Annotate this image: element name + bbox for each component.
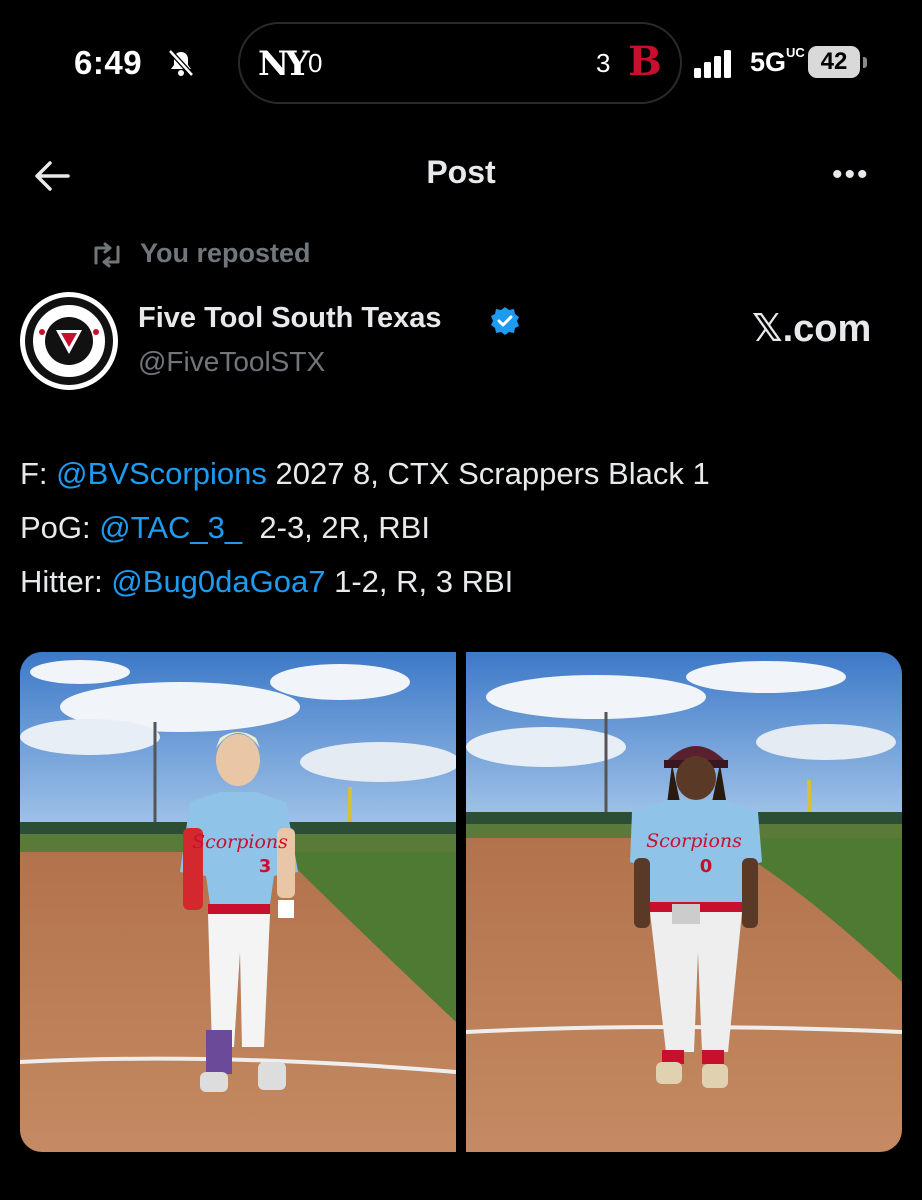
battery-tip xyxy=(863,57,867,68)
jersey-text: Scorpions xyxy=(192,831,288,853)
mention-link[interactable]: @BVScorpions xyxy=(56,456,267,491)
jersey-number: 0 xyxy=(700,856,713,877)
bell-slash-icon xyxy=(168,49,194,77)
jersey-number: 3 xyxy=(259,856,272,877)
yankees-logo: NY xyxy=(258,44,309,84)
page-title: Post xyxy=(426,154,496,190)
tweet-line: PoG: @TAC_3_ 2-3, 2R, RBI xyxy=(20,510,430,545)
verified-badge-icon xyxy=(491,307,519,335)
battery-icon: 42 xyxy=(808,46,860,78)
jersey-text: Scorpions xyxy=(646,830,742,852)
post-photo[interactable]: Scorpions 3 xyxy=(20,652,456,1152)
tweet-line: Hitter: @Bug0daGoa7 1-2, R, 3 RBI xyxy=(20,564,514,599)
away-score: 0 xyxy=(308,48,323,78)
red-sox-logo: B xyxy=(628,38,662,85)
tweet-line: F: @BVScorpions 2027 8, CTX Scrappers Bl… xyxy=(20,456,710,491)
repost-icon xyxy=(94,242,120,268)
post-photo[interactable]: Scorpions 0 xyxy=(466,652,902,1152)
status-time: 6:49 xyxy=(74,44,143,81)
network-type: 5GUC xyxy=(750,45,805,77)
mention-link[interactable]: @TAC_3_ xyxy=(99,510,242,545)
five-tool-logo[interactable] xyxy=(20,292,118,390)
cellular-signal-icon xyxy=(694,50,731,78)
home-score: 3 xyxy=(596,48,611,78)
more-horizontal-icon[interactable]: ••• xyxy=(832,160,870,190)
mention-link[interactable]: @Bug0daGoa7 xyxy=(111,564,325,599)
author-handle[interactable]: @FiveToolSTX xyxy=(138,346,325,378)
source-label: 𝕏.com xyxy=(752,308,872,350)
repost-label: You reposted xyxy=(140,238,311,268)
author-name[interactable]: Five Tool South Texas xyxy=(138,302,441,335)
